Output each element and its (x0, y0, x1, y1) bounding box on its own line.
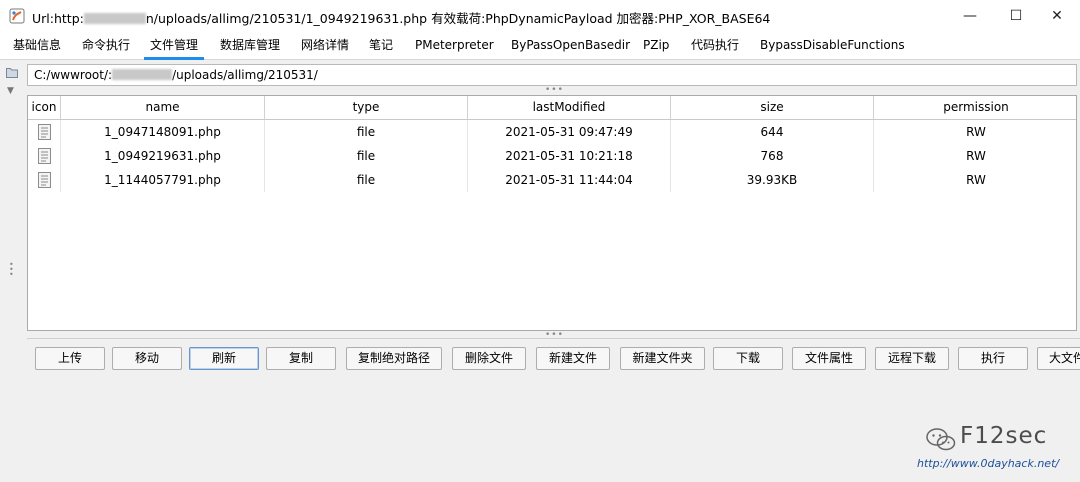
refresh-button[interactable]: 刷新 (189, 347, 259, 370)
collapse-arrow-icon[interactable]: ▼ (7, 86, 14, 96)
file-permission: RW (966, 173, 986, 187)
tab-code-exec[interactable]: 代码执行 (691, 32, 739, 60)
resize-grip-icon[interactable]: • • • (9, 261, 14, 279)
watermark: F12sec http://www.0dayhack.net/ (900, 420, 1076, 478)
watermark-title: F12sec (960, 423, 1048, 449)
folder-icon[interactable] (6, 67, 18, 78)
tab-command-exec[interactable]: 命令执行 (82, 32, 130, 60)
title-bar: Url:http: n/uploads/allimg/210531/1_09492… (0, 0, 1080, 32)
tab-basic-info[interactable]: 基础信息 (13, 32, 61, 60)
copy-absolute-path-button[interactable]: 复制绝对路径 (346, 347, 442, 370)
file-table: icon name type lastModified size permiss… (27, 95, 1077, 331)
move-button[interactable]: 移动 (112, 347, 182, 370)
file-last-modified: 2021-05-31 10:21:18 (468, 144, 671, 168)
table-row[interactable]: 1_1144057791.php file 2021-05-31 11:44:0… (28, 168, 1076, 192)
tab-file-manager[interactable]: 文件管理 (144, 32, 205, 60)
table-header: icon name type lastModified size permiss… (28, 96, 1076, 120)
file-type: file (265, 144, 468, 168)
redacted-path-segment (112, 69, 173, 80)
app-icon (9, 8, 25, 24)
splitter-grip-icon[interactable]: ••• (545, 86, 564, 95)
tab-pmeterpreter[interactable]: PMeterpreter (415, 32, 494, 60)
file-last-modified: 2021-05-31 09:47:49 (468, 120, 671, 144)
file-icon-cell (28, 144, 61, 168)
title-url-suffix: n/uploads/allimg/210531/1_0949219631.php… (145, 11, 771, 26)
table-row[interactable]: 1_0949219631.php file 2021-05-31 10:21:1… (28, 144, 1076, 168)
minimize-button[interactable]: — (947, 4, 993, 28)
large-file-button[interactable]: 大文件 (1037, 347, 1080, 370)
path-suffix: /uploads/allimg/210531/ (172, 68, 318, 82)
tab-network-details[interactable]: 网络详情 (301, 32, 349, 60)
maximize-button[interactable]: ☐ (993, 4, 1039, 28)
file-name: 1_0949219631.php (61, 144, 265, 168)
column-header-last-modified[interactable]: lastModified (468, 96, 671, 119)
new-folder-button[interactable]: 新建文件夹 (620, 347, 705, 370)
current-path-field[interactable]: C:/wwwroot/: /uploads/allimg/210531/ (27, 64, 1077, 86)
column-header-icon[interactable]: icon (28, 96, 61, 119)
path-prefix: C:/wwwroot/: (34, 68, 113, 82)
close-button[interactable]: ✕ (1034, 4, 1080, 28)
file-icon (38, 148, 51, 164)
file-permission: RW (966, 149, 986, 163)
tab-bypass-disable-functions[interactable]: BypassDisableFunctions (760, 32, 905, 60)
tab-pzip[interactable]: PZip (643, 32, 669, 60)
delete-file-button[interactable]: 删除文件 (452, 347, 526, 370)
wechat-icon (926, 428, 956, 451)
file-icon-cell (28, 168, 61, 192)
file-name: 1_1144057791.php (61, 168, 265, 192)
file-properties-button[interactable]: 文件属性 (792, 347, 866, 370)
file-permission: RW (966, 125, 986, 139)
column-header-type[interactable]: type (265, 96, 468, 119)
file-last-modified: 2021-05-31 11:44:04 (468, 168, 671, 192)
column-header-permission[interactable]: permission (874, 96, 1076, 119)
title-url-prefix: Url:http: (32, 11, 84, 26)
file-icon (38, 124, 51, 140)
file-size: 39.93KB (671, 168, 874, 192)
file-icon-cell (28, 120, 61, 144)
watermark-url: http://www.0dayhack.net/ (917, 457, 1060, 470)
tab-notes[interactable]: 笔记 (369, 32, 393, 60)
execute-button[interactable]: 执行 (958, 347, 1028, 370)
file-size: 644 (671, 120, 874, 144)
file-icon (38, 172, 51, 188)
plugin-tab-bar: 基础信息 命令执行 文件管理 数据库管理 网络详情 笔记 PMeterprete… (0, 32, 1080, 60)
new-file-button[interactable]: 新建文件 (536, 347, 610, 370)
tab-bypass-open-basedir[interactable]: ByPassOpenBasedir (511, 32, 630, 60)
file-type: file (265, 120, 468, 144)
upload-button[interactable]: 上传 (35, 347, 105, 370)
file-name: 1_0947148091.php (61, 120, 265, 144)
file-size: 768 (671, 144, 874, 168)
copy-button[interactable]: 复制 (266, 347, 336, 370)
tab-database-manager[interactable]: 数据库管理 (220, 32, 280, 60)
column-header-size[interactable]: size (671, 96, 874, 119)
download-button[interactable]: 下载 (713, 347, 783, 370)
column-header-name[interactable]: name (61, 96, 265, 119)
directory-tree-strip: ▼ • • • (3, 64, 21, 474)
redacted-host (83, 13, 146, 24)
file-type: file (265, 168, 468, 192)
window-title: Url:http: n/uploads/allimg/210531/1_09492… (32, 8, 770, 27)
remote-download-button[interactable]: 远程下载 (875, 347, 949, 370)
table-row[interactable]: 1_0947148091.php file 2021-05-31 09:47:4… (28, 120, 1076, 144)
